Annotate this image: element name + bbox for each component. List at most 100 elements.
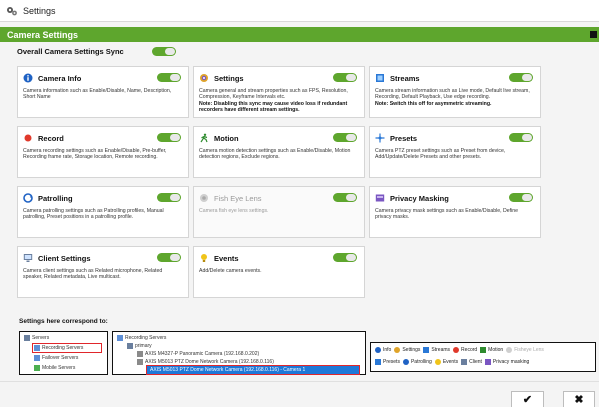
card-title: Streams <box>390 73 420 83</box>
card-streams: Streams Camera stream information such a… <box>369 66 541 118</box>
tree-item-servers[interactable]: Servers <box>24 335 49 341</box>
overall-sync-toggle[interactable] <box>152 47 176 56</box>
card-motion: Motion Camera motion detection settings … <box>193 126 365 178</box>
card-title: Motion <box>214 133 239 143</box>
recording-server-icon <box>117 335 123 341</box>
dialog-footer: ✔ ✖ <box>0 381 599 407</box>
camera-settings-header: Camera Settings <box>0 27 599 42</box>
cancel-button[interactable]: ✖ <box>563 391 595 407</box>
privacy-mask-icon <box>375 193 385 203</box>
legend-privacy-masking: Privacy masking <box>484 359 529 365</box>
record-icon <box>23 133 33 143</box>
app-settings-icon <box>6 5 18 17</box>
motion-toggle[interactable] <box>333 133 357 142</box>
tree-item-recording-servers-root[interactable]: Recording Servers <box>117 335 166 341</box>
card-camera-info: Camera Info Camera information such as E… <box>17 66 189 118</box>
settings-gear-icon <box>199 73 209 83</box>
motion-icon <box>480 347 487 353</box>
legend-record: Record <box>453 347 477 353</box>
card-title: Camera Info <box>38 73 82 83</box>
card-note: Note: Switch this off for asymmetric str… <box>375 100 492 107</box>
servers-icon <box>24 335 30 341</box>
legend-client: Client <box>461 359 482 365</box>
card-description: Camera stream information such as Live m… <box>375 88 530 101</box>
overall-sync-label: Overall Camera Settings Sync <box>17 47 124 56</box>
settings-legend: Info Settings Streams Record Motion Fish… <box>370 342 596 372</box>
title-bar: Settings <box>0 0 599 22</box>
streams-icon <box>423 347 430 353</box>
collapse-square-icon[interactable] <box>590 31 597 38</box>
legend-presets: Presets <box>375 359 400 365</box>
camera-icon <box>137 351 143 357</box>
tree-item-failover-servers[interactable]: Failover Servers <box>34 355 78 361</box>
events-toggle[interactable] <box>333 253 357 262</box>
privacy-masking-toggle[interactable] <box>509 193 533 202</box>
card-description: Add/Delete camera events. <box>199 268 262 274</box>
legend-motion: Motion <box>480 347 503 353</box>
events-icon <box>434 359 441 365</box>
client-icon <box>461 359 468 365</box>
card-description: Camera client settings such as Related m… <box>23 268 163 281</box>
patrolling-toggle[interactable] <box>157 193 181 202</box>
legend-row-2: Presets Patrolling Events Client Privacy… <box>375 359 532 365</box>
card-title: Record <box>38 133 64 143</box>
card-note: Note: Disabling this sync may cause vide… <box>199 100 348 114</box>
card-events: Events Add/Delete camera events. <box>193 246 365 298</box>
record-toggle[interactable] <box>157 133 181 142</box>
card-record: Record Camera recording settings such as… <box>17 126 189 178</box>
legend-events: Events <box>434 359 458 365</box>
legend-fisheye: Fisheye Lens <box>506 347 544 353</box>
card-client-settings: Client Settings Camera client settings s… <box>17 246 189 298</box>
settings-gear-icon <box>394 347 401 353</box>
info-icon <box>23 73 33 83</box>
overall-sync-row: Overall Camera Settings Sync <box>17 47 176 56</box>
camera-selected-highlight <box>146 365 360 375</box>
camera-info-toggle[interactable] <box>157 73 181 82</box>
info-icon <box>375 347 381 353</box>
server-icon <box>127 343 133 349</box>
camera-icon <box>137 359 143 365</box>
card-presets: Presets Camera PTZ preset settings such … <box>369 126 541 178</box>
ok-button[interactable]: ✔ <box>511 391 544 407</box>
client-settings-toggle[interactable] <box>157 253 181 262</box>
card-description: Camera information such as Enable/Disabl… <box>23 88 172 101</box>
legend-row-1: Info Settings Streams Record Motion Fish… <box>375 347 547 353</box>
camera-tree-panel: Recording Servers primary AXIS M4327-P P… <box>112 331 366 375</box>
card-title: Fish Eye Lens <box>214 193 262 203</box>
streams-toggle[interactable] <box>509 73 533 82</box>
card-description: Camera general and stream properties suc… <box>199 88 348 101</box>
record-icon <box>453 347 460 353</box>
fisheye-icon <box>199 193 209 203</box>
card-title: Presets <box>390 133 418 143</box>
legend-settings: Settings <box>394 347 420 353</box>
recording-servers-highlight <box>32 343 102 353</box>
card-description: Camera recording settings such as Enable… <box>23 148 167 161</box>
legend-streams: Streams <box>423 347 450 353</box>
presets-toggle[interactable] <box>509 133 533 142</box>
patrolling-icon <box>23 193 33 203</box>
card-settings: Settings Camera general and stream prope… <box>193 66 365 118</box>
settings-toggle[interactable] <box>333 73 357 82</box>
streams-icon <box>375 73 385 83</box>
card-description: Camera privacy mask settings such as Ena… <box>375 208 519 221</box>
card-privacy-masking: Privacy Masking Camera privacy mask sett… <box>369 186 541 238</box>
tree-item-primary[interactable]: primary <box>127 343 152 349</box>
tree-item-mobile-servers[interactable]: Mobile Servers <box>34 365 75 371</box>
card-title: Events <box>214 253 239 263</box>
card-title: Privacy Masking <box>390 193 449 203</box>
card-patrolling: Patrolling Camera patrolling settings su… <box>17 186 189 238</box>
server-tree-panel: Servers Recording Servers Failover Serve… <box>19 331 108 375</box>
legend-patrolling: Patrolling <box>402 359 432 365</box>
card-description: Camera fish eye lens settings. <box>199 208 269 214</box>
fish-eye-toggle[interactable] <box>333 193 357 202</box>
legend-info: Info <box>375 347 391 353</box>
motion-icon <box>199 133 209 143</box>
card-title: Patrolling <box>38 193 73 203</box>
card-description: Camera PTZ preset settings such as Prese… <box>375 148 506 161</box>
privacy-mask-icon <box>484 359 491 365</box>
tree-item-camera-panoramic[interactable]: AXIS M4327-P Panoramic Camera (192.168.0… <box>137 351 259 357</box>
card-title: Client Settings <box>38 253 91 263</box>
window-title: Settings <box>23 5 56 16</box>
client-icon <box>23 253 33 263</box>
patrolling-icon <box>402 359 409 365</box>
